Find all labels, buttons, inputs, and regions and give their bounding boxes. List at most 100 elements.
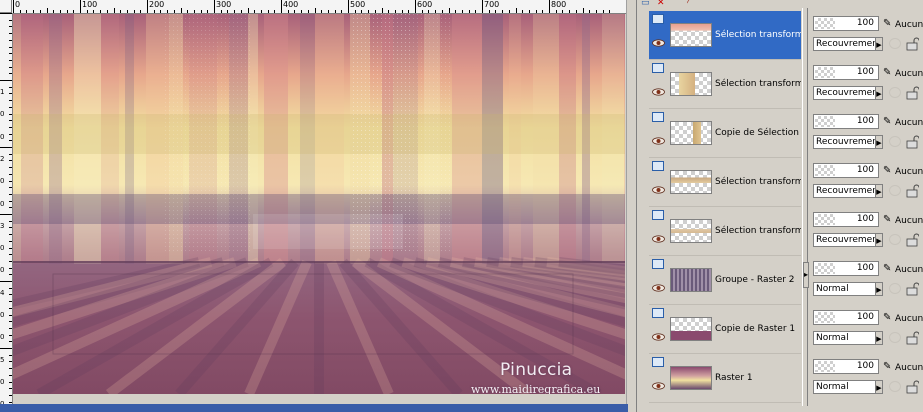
layer-visibility-icon[interactable] xyxy=(652,210,664,220)
ruler-major-tick xyxy=(80,0,81,13)
layer-visibility-icon[interactable] xyxy=(652,14,664,24)
brush-icon[interactable]: ✎ xyxy=(883,19,893,29)
splitter-arrow-icon[interactable]: ▸ xyxy=(803,262,809,288)
canvas-vertical-scrollbar[interactable] xyxy=(626,0,636,404)
ruler-label: 400 xyxy=(283,0,299,9)
brush-toolbar-icon[interactable]: ⁄ xyxy=(687,0,699,6)
chevron-right-icon[interactable]: ▶ xyxy=(875,380,883,394)
opacity-field[interactable]: 100 xyxy=(813,359,879,374)
layer-thumbnail xyxy=(670,268,712,292)
eye-icon[interactable] xyxy=(652,137,665,145)
layer-thumbnail xyxy=(670,121,712,145)
layer-visibility-icon[interactable] xyxy=(652,112,664,122)
layer-properties: 100 ✎ Aucun Recouvrement ▶ xyxy=(813,48,923,100)
mask-label: Aucun xyxy=(895,118,923,128)
ruler-label: 2 xyxy=(0,154,5,163)
layer-name: Sélection transformée xyxy=(715,226,801,236)
ruler-major-tick xyxy=(482,0,483,13)
brush-icon[interactable]: ✎ xyxy=(883,215,893,225)
brush-icon[interactable]: ✎ xyxy=(883,117,893,127)
panel-bottom xyxy=(649,406,923,412)
ruler-label: 4 xyxy=(0,288,5,297)
opacity-field[interactable]: 100 xyxy=(813,261,879,276)
opacity-field[interactable]: 100 xyxy=(813,65,879,80)
layer-name: Groupe - Raster 2 xyxy=(715,275,795,285)
ruler-corner xyxy=(0,0,12,13)
ruler-label: 500 xyxy=(350,0,366,9)
opacity-field[interactable]: 100 xyxy=(813,310,879,325)
ruler-label: 0 xyxy=(0,266,5,275)
ruler-major-tick xyxy=(214,0,215,13)
layer-visibility-icon[interactable] xyxy=(652,63,664,73)
layer-thumbnail xyxy=(670,366,712,390)
link-icon[interactable] xyxy=(889,381,901,392)
layer-properties: 100 ✎ Aucun Recouvrement ▶ xyxy=(813,97,923,149)
layer-name: Sélection transformée xyxy=(715,79,801,89)
layer-visibility-icon[interactable] xyxy=(652,357,664,367)
mask-label: Aucun xyxy=(895,20,923,30)
layer-properties: 100 ✎ Aucun Recouvrement ▶ xyxy=(813,146,923,198)
artwork xyxy=(13,14,625,394)
layer-name: Raster 1 xyxy=(715,373,753,383)
opacity-field[interactable]: 100 xyxy=(813,212,879,227)
layer-row[interactable]: Sélection transformée xyxy=(649,158,801,207)
ruler-label: 0 xyxy=(0,177,5,186)
eye-icon[interactable] xyxy=(652,382,665,390)
ruler-label: 700 xyxy=(484,0,500,9)
mask-label: Aucun xyxy=(895,69,923,79)
eye-icon[interactable] xyxy=(652,186,665,194)
ruler-label: 600 xyxy=(417,0,433,9)
ruler-label: 0 xyxy=(0,199,5,208)
eye-icon[interactable] xyxy=(652,333,665,341)
layer-row[interactable]: Sélection transformée xyxy=(649,60,801,109)
brush-icon[interactable]: ✎ xyxy=(883,313,893,323)
watermark-url: www.maidiregrafica.eu xyxy=(471,383,601,394)
delete-icon[interactable]: ✕ xyxy=(657,0,669,6)
eye-icon[interactable] xyxy=(652,88,665,96)
brush-icon[interactable]: ✎ xyxy=(883,68,893,78)
new-layer-icon[interactable]: ▭ xyxy=(641,0,653,6)
ruler-label: 0 xyxy=(0,311,5,319)
ruler-label: 0 xyxy=(0,333,5,342)
layer-row[interactable]: Sélection transformée xyxy=(649,207,801,256)
opacity-field[interactable]: 100 xyxy=(813,163,879,178)
brush-icon[interactable]: ✎ xyxy=(883,362,893,372)
watermark-name: Pinuccia xyxy=(500,360,573,380)
eye-icon[interactable] xyxy=(652,284,665,292)
layer-name: Copie de Raster 1 xyxy=(715,324,796,334)
layer-visibility-icon[interactable] xyxy=(652,161,664,171)
layer-visibility-icon[interactable] xyxy=(652,259,664,269)
layer-properties: 100 ✎ Aucun Normal ▶ xyxy=(813,293,923,345)
ruler-label: 200 xyxy=(149,0,165,9)
layer-properties: 100 ✎ Aucun Recouvrement ▶ xyxy=(813,0,923,51)
layer-row[interactable]: Copie de Sélection transformée xyxy=(649,109,801,158)
layer-properties: 100 ✎ Aucun Normal ▶ xyxy=(813,342,923,394)
brush-icon[interactable]: ✎ xyxy=(883,166,893,176)
document-image[interactable]: Pinuccia www.maidiregrafica.eu xyxy=(13,14,625,394)
ruler-label: 300 xyxy=(216,0,232,9)
layer-thumbnail xyxy=(670,72,712,96)
ruler-label: 1 xyxy=(0,88,5,96)
opacity-field[interactable]: 100 xyxy=(813,114,879,129)
layer-row[interactable]: Copie de Raster 1 xyxy=(649,305,801,354)
ruler-major-tick xyxy=(13,0,14,13)
ruler-label: 100 xyxy=(82,0,98,9)
mask-label: Aucun xyxy=(895,363,923,373)
layer-properties: 100 ✎ Aucun Normal ▶ xyxy=(813,244,923,296)
layer-visibility-icon[interactable] xyxy=(652,308,664,318)
ruler-major-tick xyxy=(549,0,550,13)
layer-row[interactable]: Sélection transformée xyxy=(649,11,801,60)
ruler-label: 0 xyxy=(0,110,5,119)
ruler-label: 5 xyxy=(0,355,5,364)
ruler-label: 0 xyxy=(0,377,5,386)
layer-row[interactable]: Groupe - Raster 2 xyxy=(649,256,801,305)
opacity-field[interactable]: 100 xyxy=(813,16,879,31)
layer-thumbnail xyxy=(670,317,712,341)
eye-icon[interactable] xyxy=(652,39,665,47)
brush-icon[interactable]: ✎ xyxy=(883,264,893,274)
lock-icon[interactable] xyxy=(905,380,919,394)
blend-mode-select[interactable]: Normal xyxy=(813,380,883,394)
layer-row[interactable]: Raster 1 xyxy=(649,354,801,403)
panel-splitter[interactable] xyxy=(802,8,808,412)
eye-icon[interactable] xyxy=(652,235,665,243)
